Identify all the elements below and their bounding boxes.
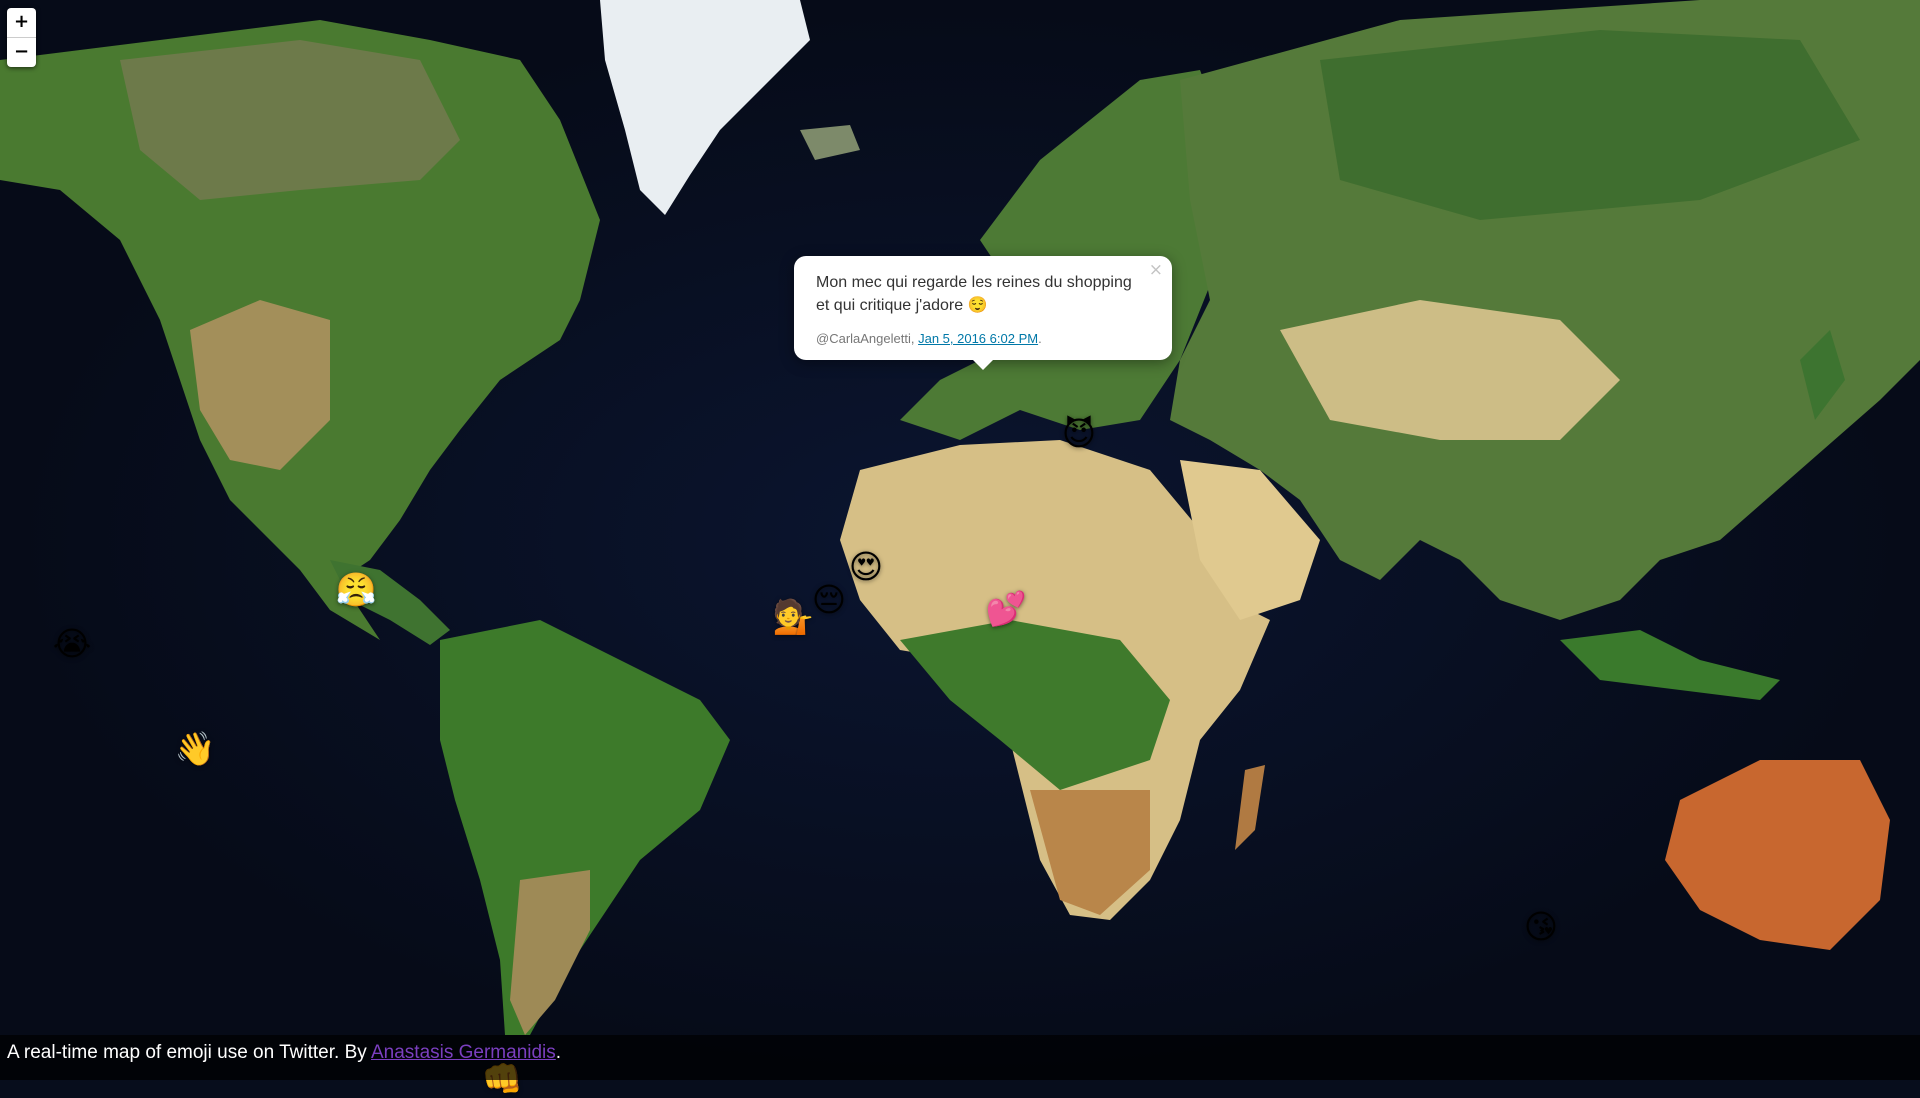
tweet-timestamp-link[interactable]: Jan 5, 2016 6:02 PM xyxy=(918,331,1038,346)
emoji-marker[interactable]: 😍 xyxy=(846,546,886,586)
australia xyxy=(1665,760,1890,950)
attribution-bar: A real-time map of emoji use on Twitter.… xyxy=(0,1035,1920,1080)
tweet-meta-period: . xyxy=(1038,331,1042,346)
tweet-text: Mon mec qui regarde les reines du shoppi… xyxy=(816,274,1132,314)
tweet-author: @CarlaAngeletti, xyxy=(816,331,915,346)
iceland xyxy=(800,125,860,160)
emoji-marker[interactable]: 😭 xyxy=(52,623,92,663)
emoji-marker[interactable]: 💁 xyxy=(772,596,813,636)
south-america-south xyxy=(510,870,590,1035)
emoji-marker[interactable]: 💕 xyxy=(985,588,1026,628)
map-tiles xyxy=(0,0,1920,1035)
zoom-out-button[interactable]: − xyxy=(7,37,36,67)
emoji-marker[interactable]: 😔 xyxy=(809,579,849,619)
tweet-popup: × Mon mec qui regarde les reines du shop… xyxy=(794,256,1172,370)
attribution-end: . xyxy=(555,1042,562,1063)
emoji-marker[interactable]: 👋 xyxy=(174,728,215,768)
madagascar xyxy=(1235,765,1265,850)
emoji-marker[interactable]: 😤 xyxy=(335,569,376,609)
south-america xyxy=(440,620,730,1035)
popup-close-button[interactable]: × xyxy=(1149,260,1163,280)
zoom-control: + − xyxy=(7,8,36,67)
popup-tip xyxy=(973,360,993,370)
attribution-text: A real-time map of emoji use on Twitter.… xyxy=(7,1042,367,1063)
emoji-marker[interactable]: 😈 xyxy=(1059,413,1099,453)
indonesia xyxy=(1560,630,1780,700)
world-satellite-map[interactable]: + − 😭👋😤💁😔😍💕😈😘👊 × Mon mec qui regarde les… xyxy=(0,0,1920,1095)
tweet-meta: @CarlaAngeletti, Jan 5, 2016 6:02 PM. xyxy=(816,331,1150,346)
author-link[interactable]: Anastasis Germanidis xyxy=(371,1042,556,1063)
greenland xyxy=(600,0,810,215)
emoji-marker[interactable]: 😘 xyxy=(1521,906,1561,946)
zoom-in-button[interactable]: + xyxy=(7,8,36,37)
